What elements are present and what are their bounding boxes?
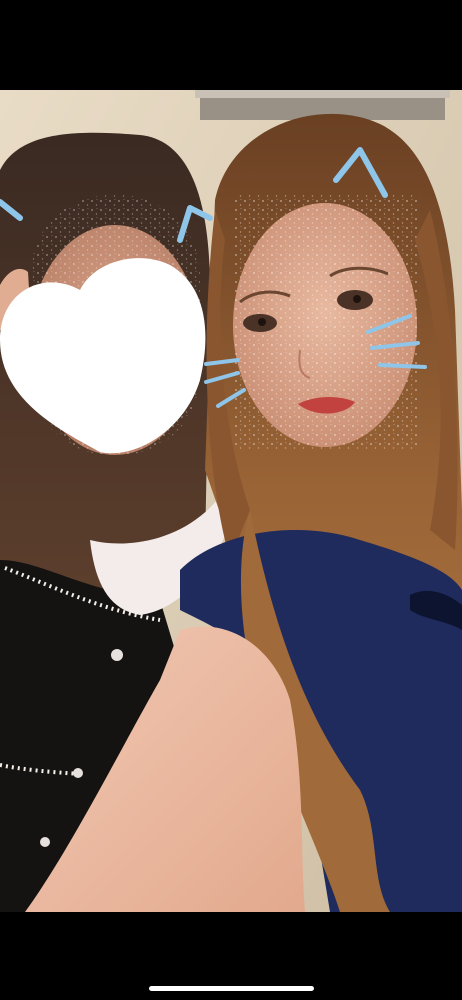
photo-viewer-screen (0, 0, 462, 1000)
selfie-photo[interactable] (0, 90, 462, 912)
home-indicator[interactable] (149, 986, 314, 991)
ceiling-edge (195, 90, 450, 98)
brooch (73, 768, 83, 778)
brooch (111, 649, 123, 661)
brooch (40, 837, 50, 847)
